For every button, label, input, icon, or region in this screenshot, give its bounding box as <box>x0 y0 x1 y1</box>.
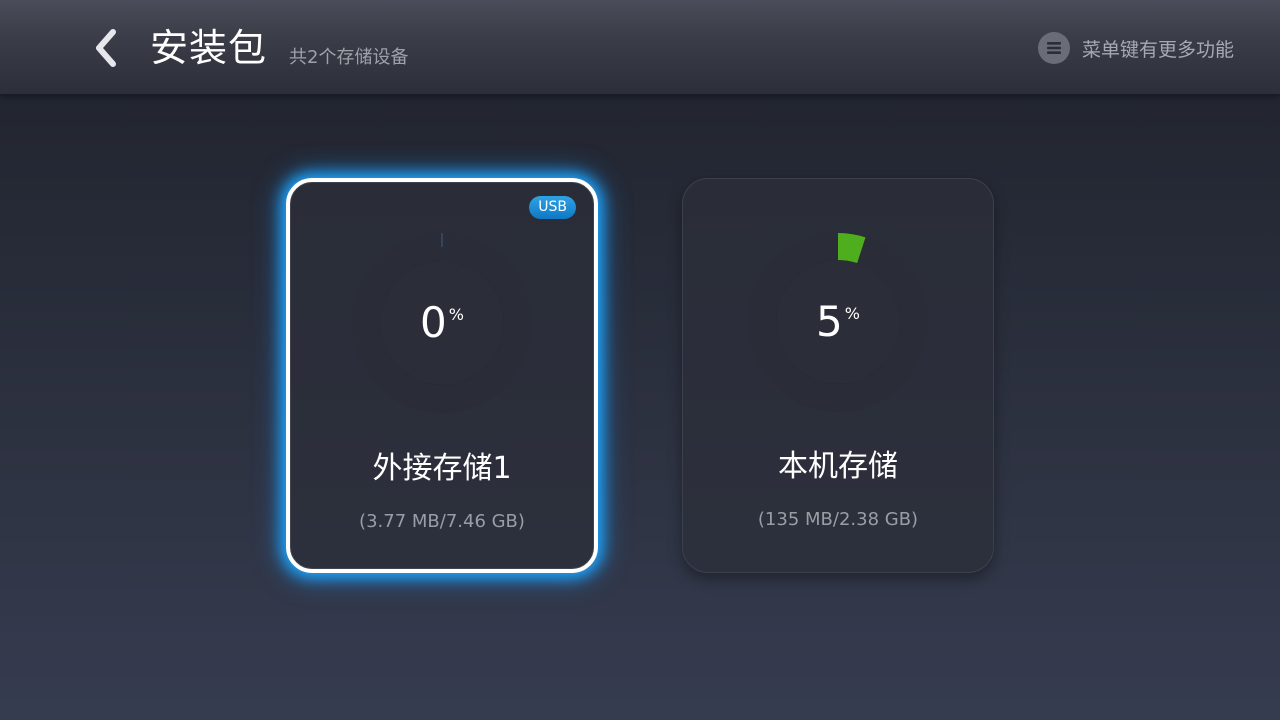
back-button[interactable] <box>88 26 124 70</box>
storage-name: 本机存储 <box>778 449 898 484</box>
chevron-left-icon <box>96 29 116 67</box>
usage-ring: 5 % <box>748 232 928 412</box>
page-subtitle: 共2个存储设备 <box>289 47 409 68</box>
usage-percent-symbol: % <box>448 305 464 324</box>
menu-hint-text: 菜单键有更多功能 <box>1081 38 1234 61</box>
usage-percent-value: 5 <box>816 297 843 346</box>
storage-usage: (3.77 MB/7.46 GB) <box>359 511 525 532</box>
storage-name: 外接存储1 <box>372 451 512 486</box>
storage-usage: (135 MB/2.38 GB) <box>757 509 919 530</box>
usb-badge: USB <box>529 196 576 219</box>
menu-hint: 菜单键有更多功能 <box>1037 32 1234 64</box>
usage-percent-value: 0 <box>420 298 447 347</box>
storage-card-internal[interactable]: 5 % 本机存储 (135 MB/2.38 GB) <box>682 178 994 573</box>
usage-percent-symbol: % <box>844 304 860 323</box>
storage-card-usb[interactable]: USB 0 % 外接存储1 (3.77 MB/7.46 GB) <box>286 178 598 573</box>
usage-percent: 5 % <box>748 232 928 412</box>
usage-ring: 0 % <box>352 233 532 413</box>
usage-percent: 0 % <box>352 233 532 413</box>
page-title: 安装包 <box>150 26 268 70</box>
menu-icon <box>1037 32 1070 64</box>
top-bar: 安装包 共2个存储设备 菜单键有更多功能 <box>0 0 1280 95</box>
